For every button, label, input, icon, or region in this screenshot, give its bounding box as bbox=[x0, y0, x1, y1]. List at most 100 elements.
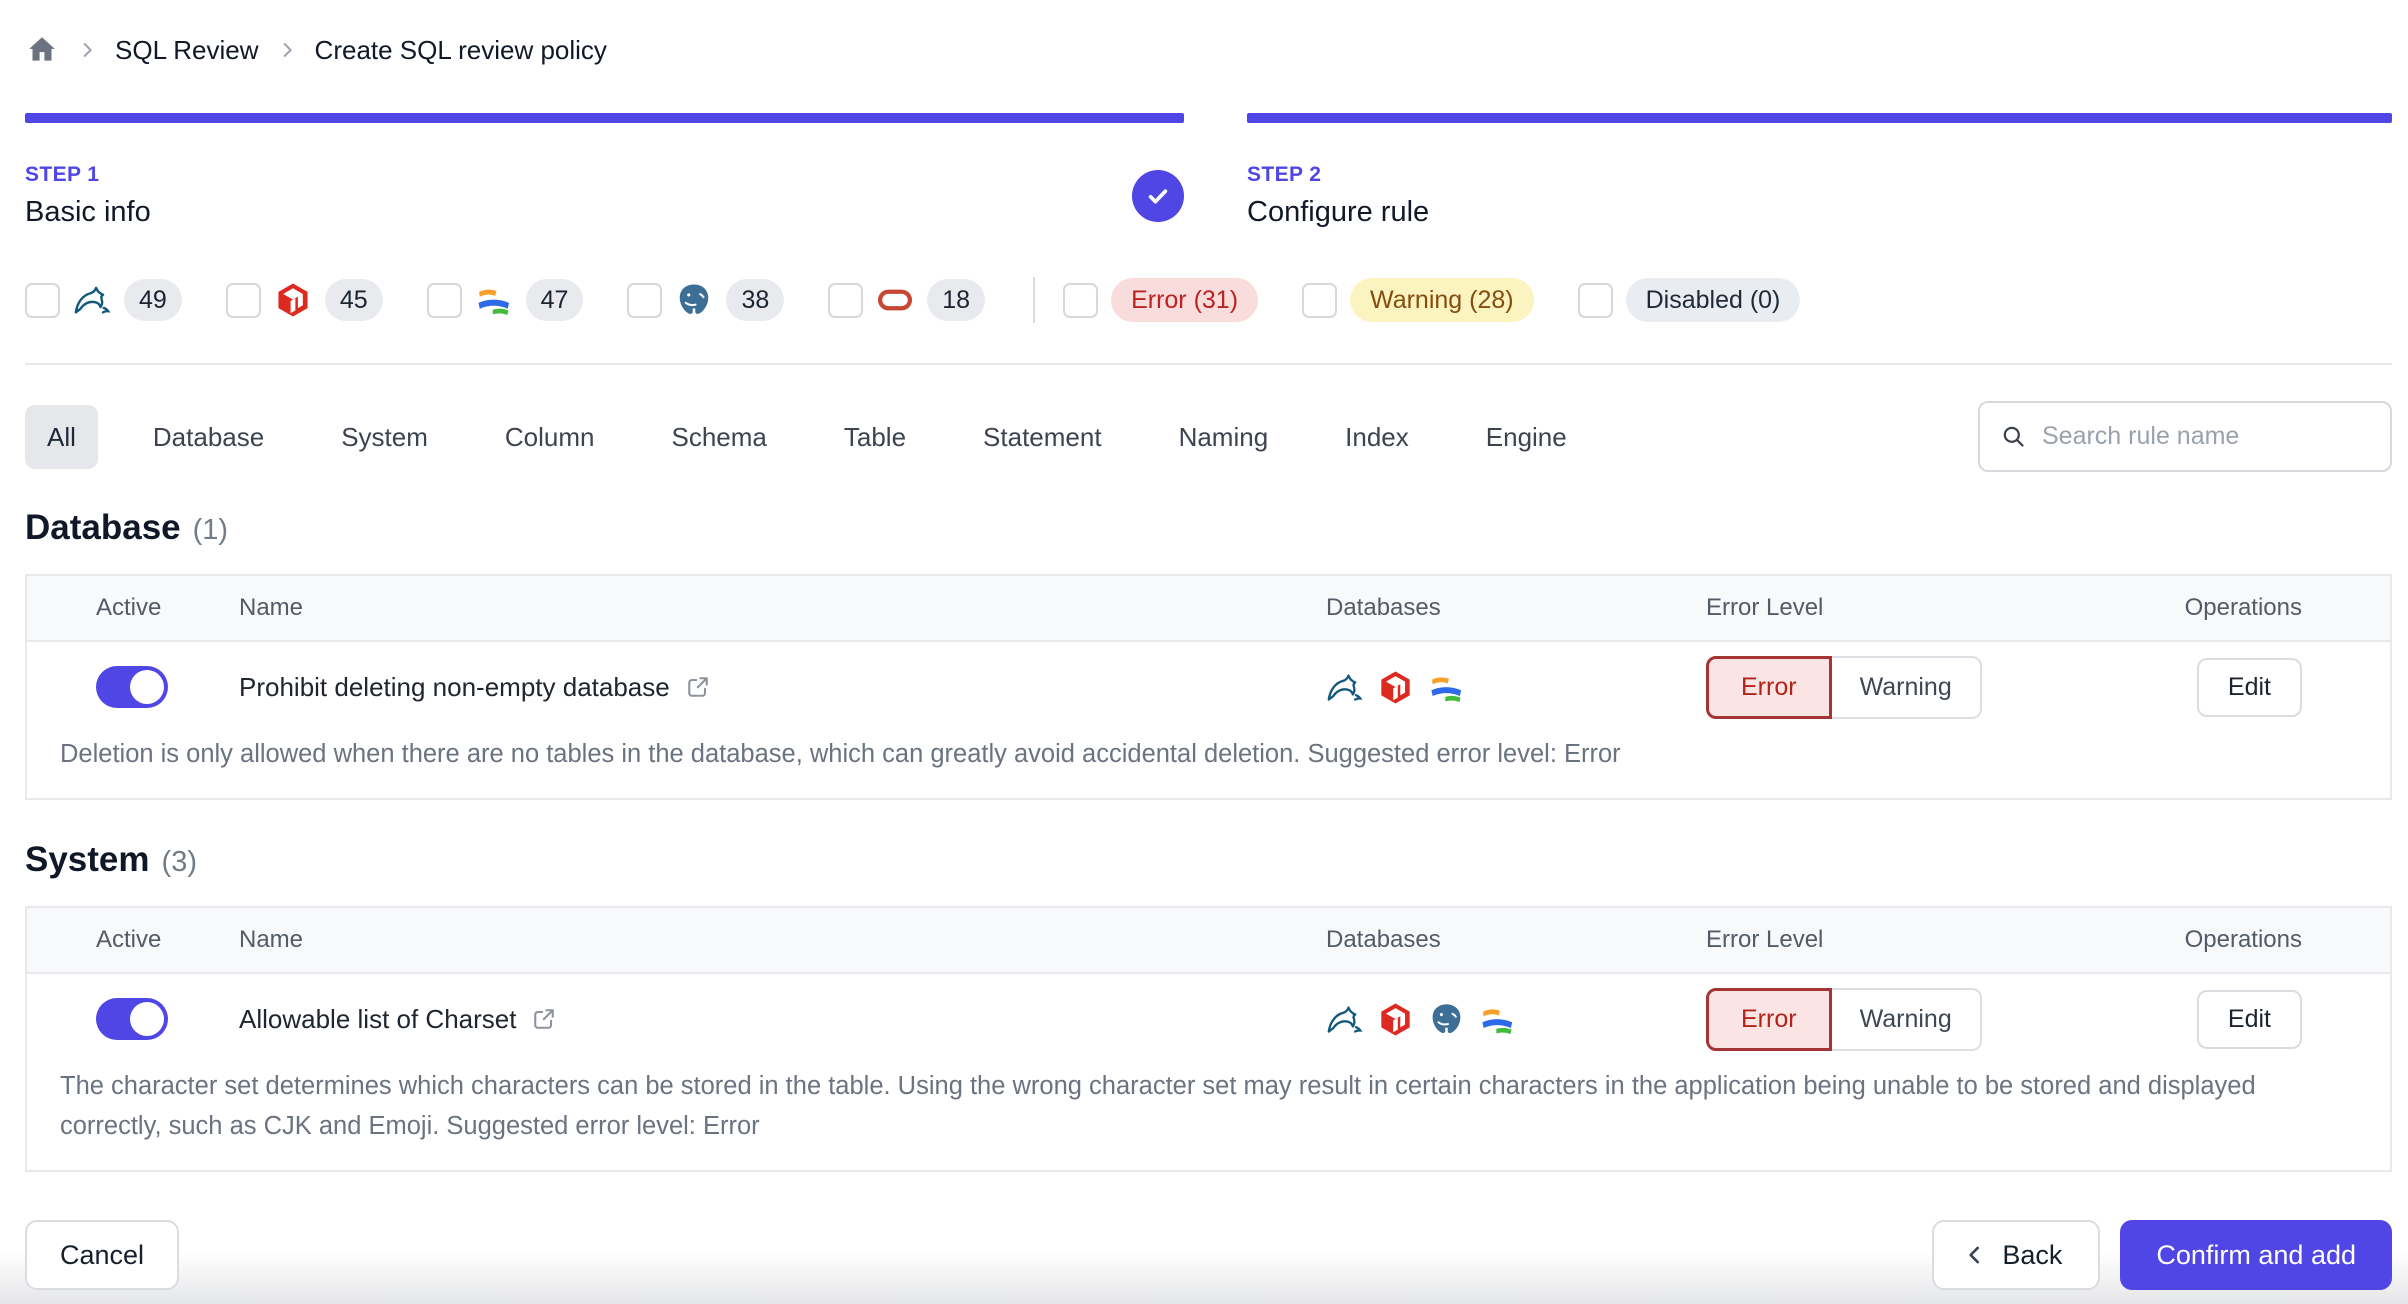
postgresql-count-badge: 38 bbox=[726, 279, 785, 321]
tidb-checkbox[interactable] bbox=[225, 282, 261, 318]
step-indicator: STEP 1 Basic info STEP 2 Configure rule bbox=[25, 113, 2392, 229]
section-divider bbox=[25, 363, 2392, 365]
rule-engines bbox=[1326, 669, 1706, 706]
tab-system[interactable]: System bbox=[319, 405, 450, 469]
error-level-pill: Error (31) bbox=[1111, 278, 1259, 322]
section-count: (1) bbox=[192, 514, 229, 546]
back-button[interactable]: Back bbox=[1932, 1220, 2101, 1290]
chevron-right-icon bbox=[76, 39, 98, 61]
tab-all[interactable]: All bbox=[25, 404, 98, 469]
chevron-right-icon bbox=[276, 39, 298, 61]
tab-naming[interactable]: Naming bbox=[1157, 405, 1291, 469]
tab-index[interactable]: Index bbox=[1323, 405, 1431, 469]
tidb-count-badge: 45 bbox=[324, 279, 383, 321]
search-input[interactable] bbox=[2040, 421, 2370, 452]
error-segment-selected[interactable]: Error bbox=[1706, 987, 1832, 1051]
oracle-checkbox[interactable] bbox=[828, 282, 864, 318]
tidb-icon bbox=[274, 281, 312, 319]
oceanbase-checkbox[interactable] bbox=[426, 282, 462, 318]
mysql-checkbox[interactable] bbox=[25, 282, 60, 318]
col-operations: Operations bbox=[2184, 594, 2302, 621]
edit-button[interactable]: Edit bbox=[2196, 657, 2302, 717]
section-count: (3) bbox=[161, 846, 197, 878]
step-1-progress-bar bbox=[25, 113, 1184, 123]
level-filter-error: Error (31) bbox=[1063, 278, 1259, 322]
postgresql-icon bbox=[675, 281, 713, 319]
breadcrumb-item-sql-review[interactable]: SQL Review bbox=[115, 35, 259, 66]
warning-segment[interactable]: Warning bbox=[1831, 987, 1982, 1051]
oceanbase-count-badge: 47 bbox=[525, 279, 584, 321]
rule-active-toggle[interactable] bbox=[96, 666, 168, 708]
tab-table[interactable]: Table bbox=[822, 405, 928, 469]
engine-filter-oracle: 18 bbox=[828, 279, 986, 321]
external-link-icon[interactable] bbox=[684, 673, 712, 701]
check-icon bbox=[1141, 179, 1175, 213]
footer-actions: Cancel Back Confirm and add bbox=[25, 1220, 2392, 1290]
mysql-icon bbox=[1326, 1001, 1363, 1038]
oracle-icon bbox=[876, 281, 914, 319]
engine-filter-postgresql: 38 bbox=[627, 279, 785, 321]
warning-level-checkbox[interactable] bbox=[1302, 282, 1338, 318]
error-segment-selected[interactable]: Error bbox=[1706, 655, 1832, 719]
oceanbase-icon bbox=[1428, 669, 1465, 706]
oceanbase-icon bbox=[1479, 1001, 1516, 1038]
level-filter-warning: Warning (28) bbox=[1302, 278, 1534, 322]
oceanbase-icon bbox=[475, 281, 513, 319]
chevron-left-icon bbox=[1962, 1242, 1988, 1268]
tab-database[interactable]: Database bbox=[131, 405, 286, 469]
rules-table-database: Active Name Databases Error Level Operat… bbox=[25, 574, 2392, 800]
tidb-icon bbox=[1377, 1001, 1414, 1038]
section-title: System bbox=[25, 840, 150, 879]
level-filter-disabled: Disabled (0) bbox=[1577, 278, 1801, 322]
search-box bbox=[1978, 401, 2392, 472]
table-header: Active Name Databases Error Level Operat… bbox=[27, 908, 2390, 974]
col-databases: Databases bbox=[1326, 926, 1441, 953]
step-2-title: Configure rule bbox=[1247, 196, 1430, 228]
col-active: Active bbox=[96, 594, 162, 621]
mysql-count-badge: 49 bbox=[124, 279, 182, 321]
confirm-and-add-button[interactable]: Confirm and add bbox=[2120, 1220, 2392, 1290]
breadcrumb: SQL Review Create SQL review policy bbox=[25, 28, 2392, 72]
cancel-button[interactable]: Cancel bbox=[25, 1220, 180, 1290]
disabled-level-checkbox[interactable] bbox=[1577, 282, 1613, 318]
tidb-icon bbox=[1377, 669, 1414, 706]
warning-segment[interactable]: Warning bbox=[1831, 655, 1982, 719]
warning-level-pill: Warning (28) bbox=[1350, 278, 1534, 322]
filter-divider bbox=[1033, 277, 1036, 323]
disabled-level-pill: Disabled (0) bbox=[1625, 278, 1801, 322]
tab-engine[interactable]: Engine bbox=[1464, 405, 1589, 469]
table-header: Active Name Databases Error Level Operat… bbox=[27, 576, 2390, 642]
search-icon bbox=[2000, 423, 2027, 450]
engine-filter-mysql: 49 bbox=[25, 279, 182, 321]
postgresql-checkbox[interactable] bbox=[627, 282, 663, 318]
section-heading-database: Database (1) bbox=[25, 508, 2392, 548]
error-level-checkbox[interactable] bbox=[1063, 282, 1099, 318]
section-title: Database bbox=[25, 508, 181, 547]
col-name: Name bbox=[239, 926, 304, 953]
external-link-icon[interactable] bbox=[530, 1005, 558, 1033]
page: SQL Review Create SQL review policy STEP… bbox=[0, 28, 2408, 1172]
col-operations: Operations bbox=[2184, 926, 2302, 953]
tab-column[interactable]: Column bbox=[483, 405, 617, 469]
step-1-title: Basic info bbox=[25, 196, 151, 228]
engine-filter-oceanbase: 47 bbox=[426, 279, 584, 321]
breadcrumb-item-current: Create SQL review policy bbox=[314, 34, 607, 65]
tab-schema[interactable]: Schema bbox=[650, 405, 789, 469]
engine-filter-tidb: 45 bbox=[225, 279, 383, 321]
col-databases: Databases bbox=[1326, 594, 1441, 621]
oracle-count-badge: 18 bbox=[927, 279, 986, 321]
error-level-segmented-control: Error Warning bbox=[1706, 987, 2126, 1051]
category-tabbar: All Database System Column Schema Table … bbox=[25, 401, 2392, 472]
rule-engines bbox=[1326, 1001, 1706, 1038]
rule-name: Allowable list of Charset bbox=[239, 1003, 517, 1034]
mysql-icon bbox=[73, 281, 111, 319]
home-icon[interactable] bbox=[25, 33, 59, 67]
edit-button[interactable]: Edit bbox=[2196, 989, 2302, 1049]
tab-statement[interactable]: Statement bbox=[961, 405, 1124, 469]
rule-name: Prohibit deleting non-empty database bbox=[239, 671, 670, 702]
rule-active-toggle[interactable] bbox=[96, 998, 168, 1040]
col-error-level: Error Level bbox=[1706, 594, 1824, 621]
mysql-icon bbox=[1326, 669, 1363, 706]
col-error-level: Error Level bbox=[1706, 926, 1824, 953]
postgresql-icon bbox=[1428, 1001, 1465, 1038]
